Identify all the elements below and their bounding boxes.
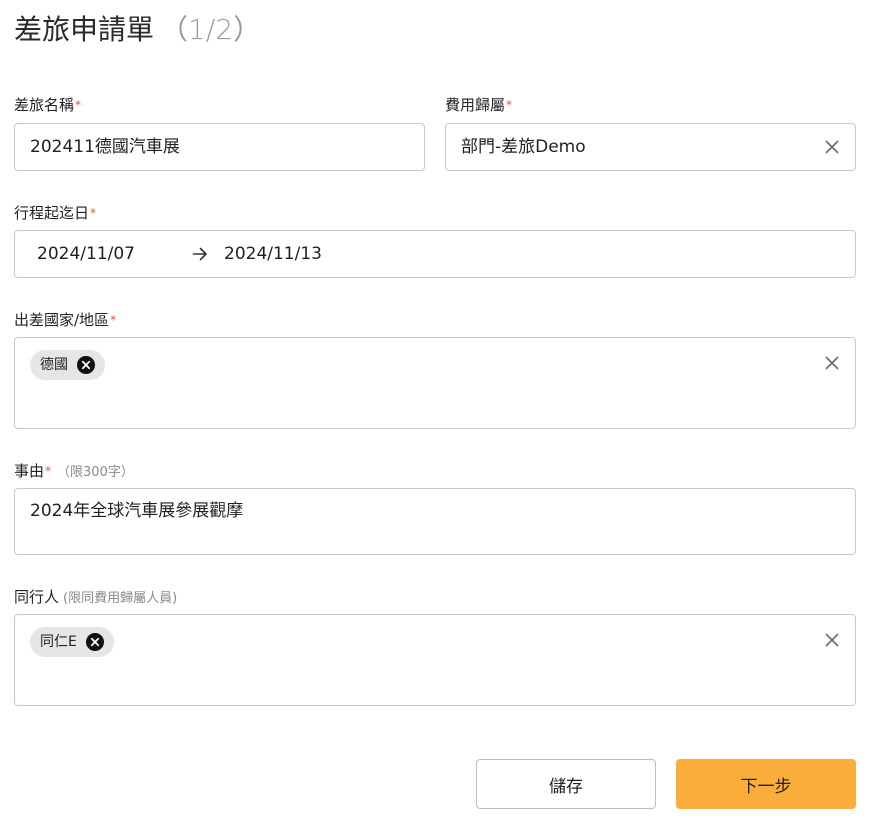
step-indicator: （1/2） bbox=[160, 13, 262, 46]
required-mark: * bbox=[45, 464, 52, 478]
destination-label-text: 出差國家/地區 bbox=[14, 311, 110, 329]
companions-label-text: 同行人 bbox=[14, 588, 60, 606]
expense-owner-select[interactable]: 部門-差旅Demo bbox=[445, 123, 856, 171]
next-step-button[interactable]: 下一步 bbox=[676, 759, 856, 809]
trip-name-value: 202411德國汽車展 bbox=[30, 137, 180, 157]
companions-hint: (限同費用歸屬人員) bbox=[63, 591, 178, 606]
trip-name-label: 差旅名稱* bbox=[14, 95, 81, 115]
required-mark: * bbox=[110, 313, 117, 327]
companions-multiselect[interactable]: 同仁E bbox=[14, 614, 856, 706]
reason-label-text: 事由 bbox=[14, 462, 45, 480]
expense-owner-label: 費用歸屬* bbox=[445, 95, 512, 115]
trip-name-label-text: 差旅名稱 bbox=[14, 96, 75, 114]
companion-chip: 同仁E bbox=[30, 627, 114, 657]
remove-chip-icon[interactable] bbox=[85, 633, 104, 651]
close-icon[interactable] bbox=[823, 631, 841, 649]
date-range-picker[interactable]: 2024/11/07 2024/11/13 bbox=[14, 230, 856, 278]
expense-owner-label-text: 費用歸屬 bbox=[445, 96, 506, 114]
destination-chip: 德國 bbox=[30, 350, 105, 380]
chip-label: 同仁E bbox=[40, 634, 77, 650]
required-mark: * bbox=[75, 98, 82, 112]
required-mark: * bbox=[506, 98, 513, 112]
trip-dates-label-text: 行程起迄日 bbox=[14, 204, 90, 222]
save-button[interactable]: 儲存 bbox=[476, 759, 656, 809]
page-title: 差旅申請單 （1/2） bbox=[14, 10, 261, 50]
remove-chip-icon[interactable] bbox=[77, 356, 95, 374]
trip-dates-label: 行程起迄日* bbox=[14, 203, 96, 223]
required-mark: * bbox=[90, 206, 97, 220]
destination-label: 出差國家/地區* bbox=[14, 310, 116, 330]
page-title-text: 差旅申請單 bbox=[14, 13, 155, 46]
end-date-input[interactable]: 2024/11/13 bbox=[224, 242, 322, 266]
chip-label: 德國 bbox=[40, 357, 68, 373]
reason-textarea[interactable]: 2024年全球汽車展參展觀摩 bbox=[14, 488, 856, 555]
reason-label: 事由* （限300字） bbox=[14, 461, 134, 483]
destination-multiselect[interactable]: 德國 bbox=[14, 337, 856, 429]
close-icon[interactable] bbox=[823, 354, 841, 372]
close-icon[interactable] bbox=[823, 138, 841, 156]
expense-owner-value: 部門-差旅Demo bbox=[461, 137, 586, 157]
start-date-input[interactable]: 2024/11/07 bbox=[37, 242, 135, 266]
trip-name-field[interactable]: 202411德國汽車展 bbox=[14, 123, 425, 171]
reason-hint: （限300字） bbox=[57, 465, 134, 480]
companions-label: 同行人 (限同費用歸屬人員) bbox=[14, 587, 177, 609]
reason-value: 2024年全球汽車展參展觀摩 bbox=[30, 501, 244, 521]
arrow-right-icon bbox=[191, 245, 209, 263]
